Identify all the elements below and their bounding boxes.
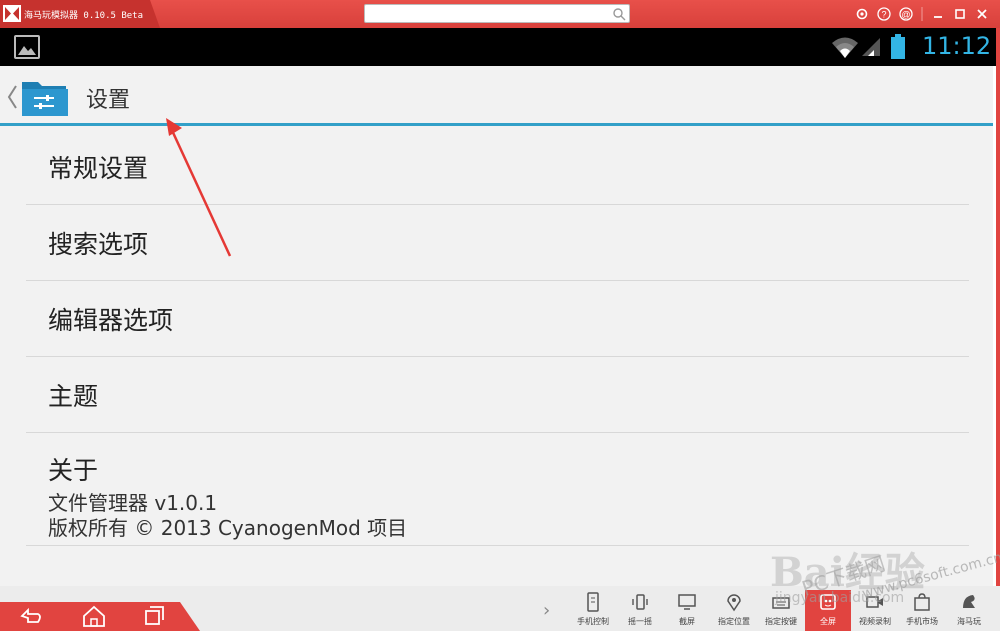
screenshot-icon xyxy=(678,594,696,610)
about-copyright: 版权所有 © 2013 CyanogenMod 项目 xyxy=(48,516,408,540)
home-icon[interactable] xyxy=(80,604,108,628)
phone-icon xyxy=(587,592,599,612)
settings-item-about[interactable]: 关于 文件管理器 v1.0.1 版权所有 © 2013 CyanogenMod … xyxy=(26,433,969,546)
emulator-search-input[interactable] xyxy=(364,4,630,23)
settings-item-editor[interactable]: 编辑器选项 xyxy=(26,281,969,357)
wifi-icon xyxy=(832,37,858,58)
toolbar-label: 手机市场 xyxy=(906,617,938,626)
battery-icon xyxy=(891,34,905,59)
settings-item-theme[interactable]: 主题 xyxy=(26,357,969,433)
maximize-icon[interactable] xyxy=(952,6,968,22)
back-chevron-icon[interactable] xyxy=(6,84,18,110)
list-item-label: 主题 xyxy=(48,382,99,411)
toolbar-label: 全屏 xyxy=(820,617,836,626)
toolbar-label: 手机控制 xyxy=(577,617,609,626)
settings-item-general[interactable]: 常规设置 xyxy=(26,129,969,205)
toolbar-haima[interactable]: 海马玩 xyxy=(946,590,992,631)
file-manager-folder-icon[interactable] xyxy=(20,76,70,118)
divider xyxy=(920,6,924,22)
location-icon xyxy=(727,594,741,612)
toolbar-expand-chevron-icon[interactable]: › xyxy=(543,600,550,621)
emulator-title: 海马玩模拟器 0.10.5 Beta xyxy=(24,11,144,21)
list-item-label: 关于 xyxy=(48,456,99,485)
toolbar-label: 摇一摇 xyxy=(628,617,652,626)
toolbar-label: 海马玩 xyxy=(957,617,981,626)
settings-list: 常规设置 搜索选项 编辑器选项 主题 关于 文件管理器 v1.0.1 版权所有 … xyxy=(26,129,969,546)
haima-icon xyxy=(963,595,975,608)
svg-text:@: @ xyxy=(901,10,910,20)
minimize-icon[interactable] xyxy=(930,6,946,22)
emulator-titlebar: 海马玩模拟器 0.10.5 Beta ? @ xyxy=(0,0,1000,28)
list-item-label: 编辑器选项 xyxy=(48,306,174,335)
toolbar-label: 截屏 xyxy=(679,617,695,626)
close-icon[interactable] xyxy=(974,6,990,22)
gallery-notification-icon xyxy=(14,35,40,59)
shake-icon xyxy=(632,594,648,610)
toolbar-label: 指定按键 xyxy=(765,617,797,626)
page-title: 设置 xyxy=(86,88,131,113)
baidu-url-watermark: jingyan.baidu.com xyxy=(775,590,905,606)
list-item-label: 常规设置 xyxy=(48,154,149,183)
haima-logo-icon xyxy=(3,5,21,22)
toolbar-label: 视频录制 xyxy=(859,617,891,626)
recent-apps-icon[interactable] xyxy=(140,604,168,628)
screen-right-edge xyxy=(993,66,996,586)
help-icon[interactable]: ? xyxy=(876,6,892,22)
toolbar-phone-control[interactable]: 手机控制 xyxy=(570,590,616,631)
feedback-icon[interactable]: @ xyxy=(898,6,914,22)
signal-icon xyxy=(862,38,880,56)
search-icon[interactable] xyxy=(612,7,626,21)
android-status-bar: 11:12 xyxy=(0,28,996,66)
back-icon[interactable] xyxy=(16,604,44,628)
status-time: 11:12 xyxy=(922,32,992,60)
toolbar-screenshot[interactable]: 截屏 xyxy=(664,590,710,631)
settings-item-search[interactable]: 搜索选项 xyxy=(26,205,969,281)
toolbar-location[interactable]: 指定位置 xyxy=(711,590,757,631)
toolbar-label: 指定位置 xyxy=(718,617,750,626)
settings-gear-icon[interactable] xyxy=(854,6,870,22)
svg-text:?: ? xyxy=(881,10,886,20)
action-bar: 设置 xyxy=(0,66,996,126)
settings-screen: 设置 常规设置 搜索选项 编辑器选项 主题 关于 文件管理器 v1.0.1 版权… xyxy=(0,66,996,586)
list-item-label: 搜索选项 xyxy=(48,230,149,259)
toolbar-shake[interactable]: 摇一摇 xyxy=(617,590,663,631)
